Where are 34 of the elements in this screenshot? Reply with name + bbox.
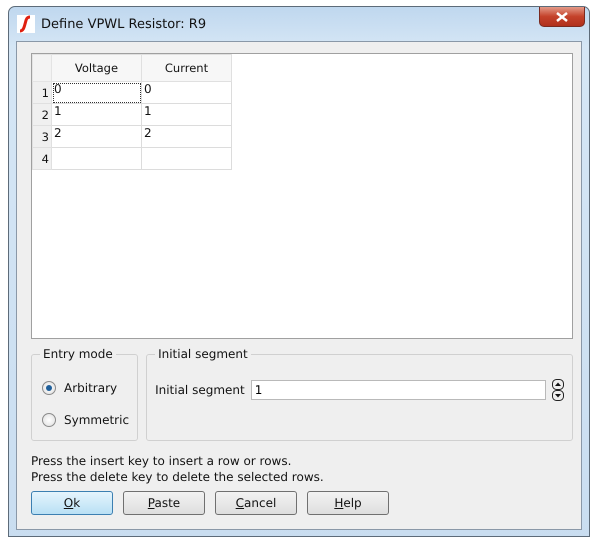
close-button[interactable] — [539, 7, 585, 27]
table-cell[interactable]: 1 — [52, 104, 142, 126]
close-icon — [556, 12, 568, 22]
row-header[interactable]: 4 — [32, 148, 52, 170]
field-label: Initial segment — [155, 383, 245, 397]
table-cell[interactable]: 2 — [142, 126, 232, 148]
radio-label[interactable]: Arbitrary — [64, 381, 118, 395]
dialog-button[interactable]: Cancel — [215, 491, 297, 515]
group-title: Initial segment — [157, 347, 249, 361]
group-title: Entry mode — [42, 347, 114, 361]
hint-text: Press the insert key to insert a row or rows. — [31, 453, 292, 469]
radio-label[interactable]: Symmetric — [64, 413, 130, 427]
radio-button[interactable] — [42, 413, 56, 427]
table-cell[interactable] — [142, 148, 232, 170]
dialog-button[interactable]: Ok — [31, 491, 113, 515]
column-header[interactable]: Voltage — [52, 54, 142, 82]
row-header[interactable]: 1 — [32, 82, 52, 104]
column-header[interactable]: Current — [142, 54, 232, 82]
dialog-button[interactable]: Paste — [123, 491, 205, 515]
row-header[interactable]: 3 — [32, 126, 52, 148]
table-cell[interactable]: 0 — [142, 82, 232, 104]
spin-down-icon[interactable] — [552, 390, 564, 401]
spin-up-icon[interactable] — [552, 379, 564, 390]
app-logo-icon — [17, 15, 35, 33]
window-title: Define VPWL Resistor: R9 — [41, 16, 206, 32]
dialog-button[interactable]: Help — [307, 491, 389, 515]
row-header[interactable]: 2 — [32, 104, 52, 126]
table-cell[interactable]: 1 — [142, 104, 232, 126]
table-cell[interactable]: 2 — [52, 126, 142, 148]
radio-button[interactable] — [42, 381, 56, 395]
table-cell[interactable] — [52, 148, 142, 170]
initial-segment-field[interactable]: 1 — [250, 380, 546, 400]
hint-text: Press the delete key to delete the selected rows. — [31, 469, 325, 485]
table-cell[interactable]: 0 — [52, 82, 142, 104]
